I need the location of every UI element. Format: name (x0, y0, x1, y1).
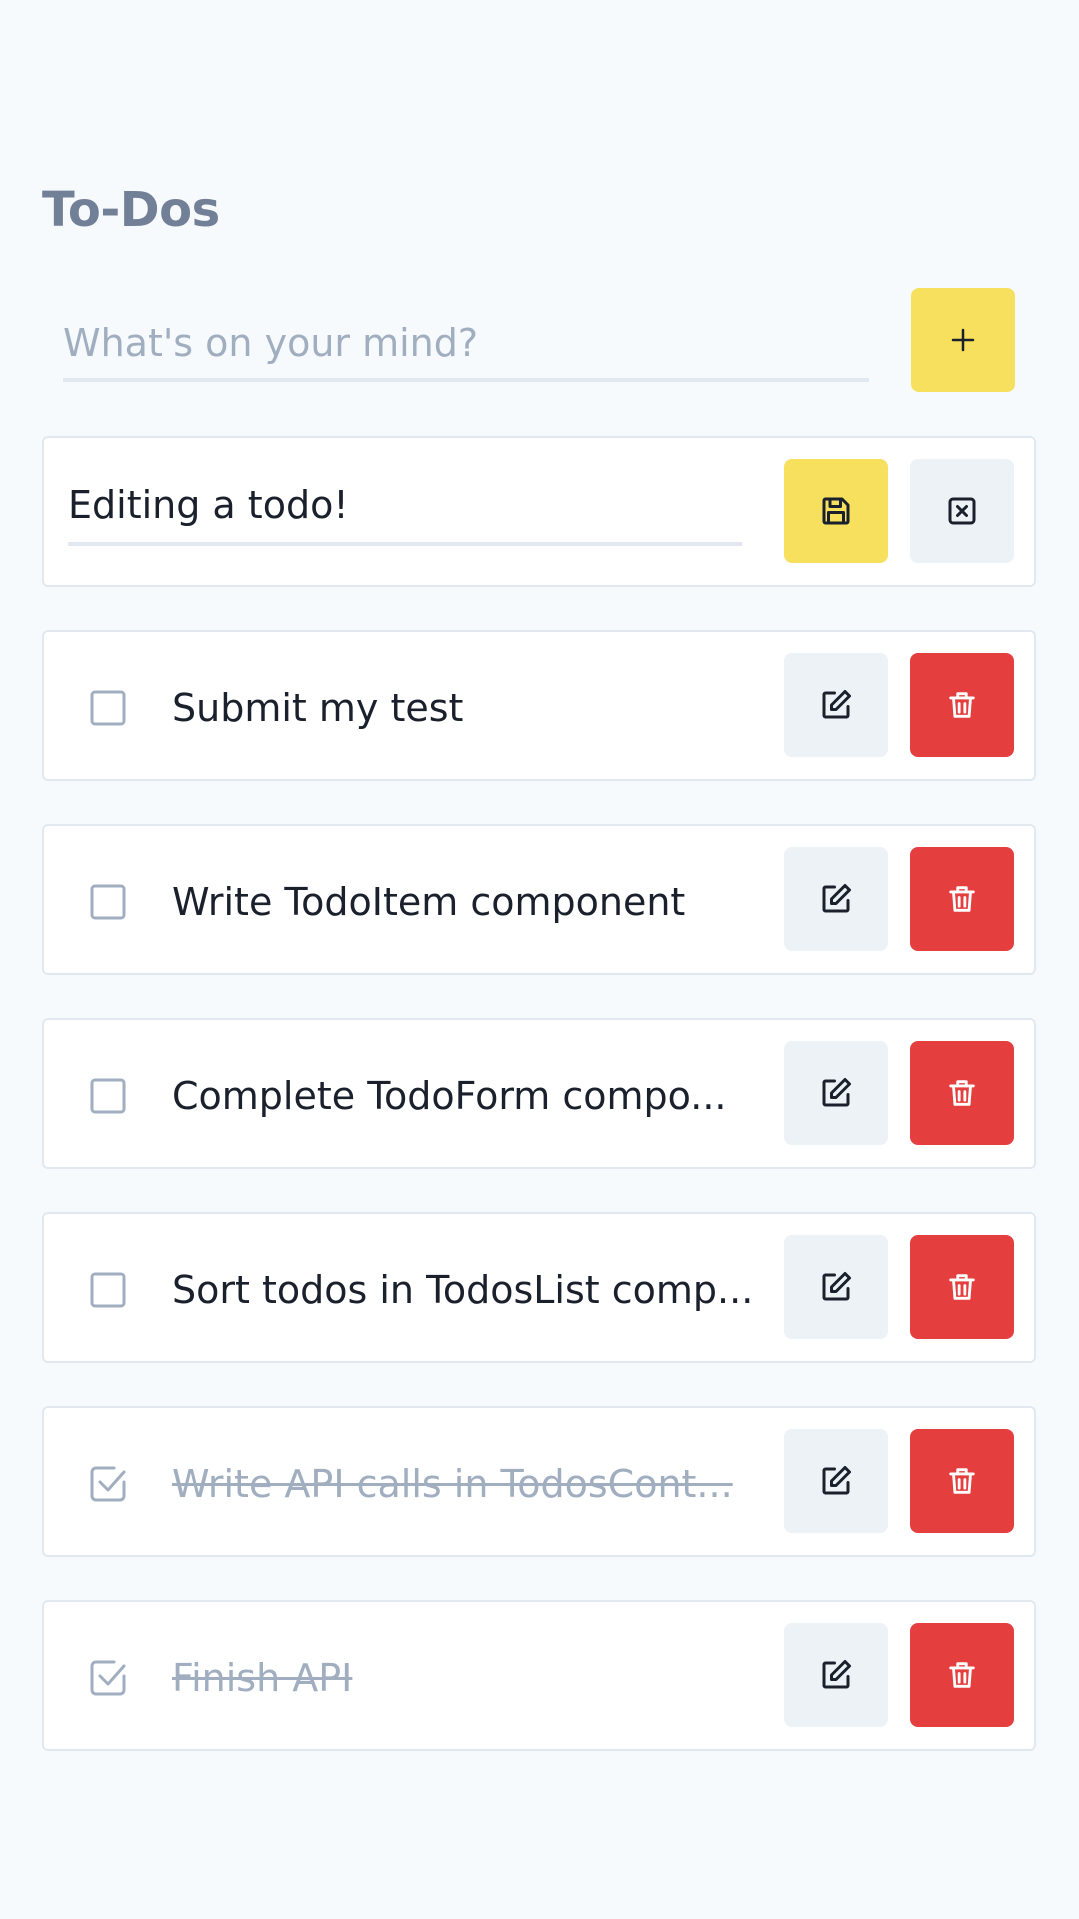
checkbox-checked-icon (90, 1466, 126, 1502)
checkbox-unchecked-icon (90, 1078, 126, 1114)
todo-item: Write TodoItem component (42, 824, 1036, 975)
edit-icon (822, 884, 851, 913)
delete-todo-button[interactable] (910, 847, 1014, 951)
page-title: To-Dos (42, 182, 220, 238)
delete-todo-button[interactable] (910, 1429, 1014, 1533)
edit-todo-button[interactable] (784, 653, 888, 757)
edit-icon (822, 1660, 851, 1689)
todo-checkbox[interactable] (90, 1078, 126, 1114)
edit-icon (822, 1272, 851, 1301)
checkbox-checked-icon (90, 1660, 126, 1696)
trash-icon (949, 1080, 975, 1106)
todo-checkbox[interactable] (90, 1660, 126, 1696)
new-todo-form (63, 288, 1015, 394)
todo-item: Submit my test (42, 630, 1036, 781)
edit-todo-button[interactable] (784, 847, 888, 951)
plus-icon (951, 328, 975, 352)
todo-checkbox[interactable] (90, 1272, 126, 1308)
edit-todo-input[interactable] (68, 468, 742, 546)
edit-icon (822, 690, 851, 719)
todo-text: Finish API (172, 1656, 353, 1700)
edit-todo-button[interactable] (784, 1429, 888, 1533)
edit-todo-button[interactable] (784, 1235, 888, 1339)
edit-todo-button[interactable] (784, 1623, 888, 1727)
save-todo-button[interactable] (784, 459, 888, 563)
todo-item: Write API calls in TodosCont... (42, 1406, 1036, 1557)
todo-text: Write API calls in TodosCont... (172, 1462, 733, 1506)
todo-checkbox[interactable] (90, 1466, 126, 1502)
edit-icon (822, 1078, 851, 1107)
todo-item: Finish API (42, 1600, 1036, 1751)
checkbox-unchecked-icon (90, 1272, 126, 1308)
checkbox-unchecked-icon (90, 884, 126, 920)
trash-icon (949, 1468, 975, 1494)
delete-todo-button[interactable] (910, 1623, 1014, 1727)
trash-icon (949, 886, 975, 912)
todo-item: Sort todos in TodosList comp... (42, 1212, 1036, 1363)
todo-item: Complete TodoForm compo... (42, 1018, 1036, 1169)
checkbox-unchecked-icon (90, 690, 126, 726)
edit-todo-button[interactable] (784, 1041, 888, 1145)
edit-icon (822, 1466, 851, 1495)
trash-icon (949, 1274, 975, 1300)
floppy-disk-icon (822, 497, 850, 525)
todo-text: Complete TodoForm compo... (172, 1074, 727, 1118)
trash-icon (949, 692, 975, 718)
todo-checkbox[interactable] (90, 884, 126, 920)
delete-todo-button[interactable] (910, 653, 1014, 757)
todo-text: Sort todos in TodosList comp... (172, 1268, 754, 1312)
delete-todo-button[interactable] (910, 1235, 1014, 1339)
add-todo-button[interactable] (911, 288, 1015, 392)
trash-icon (949, 1662, 975, 1688)
todo-checkbox[interactable] (90, 690, 126, 726)
todo-edit-card (42, 436, 1036, 587)
todo-text: Write TodoItem component (172, 880, 686, 924)
delete-todo-button[interactable] (910, 1041, 1014, 1145)
close-square-icon (948, 497, 976, 525)
cancel-edit-button[interactable] (910, 459, 1014, 563)
todo-text: Submit my test (172, 686, 464, 730)
new-todo-input[interactable] (63, 308, 869, 382)
